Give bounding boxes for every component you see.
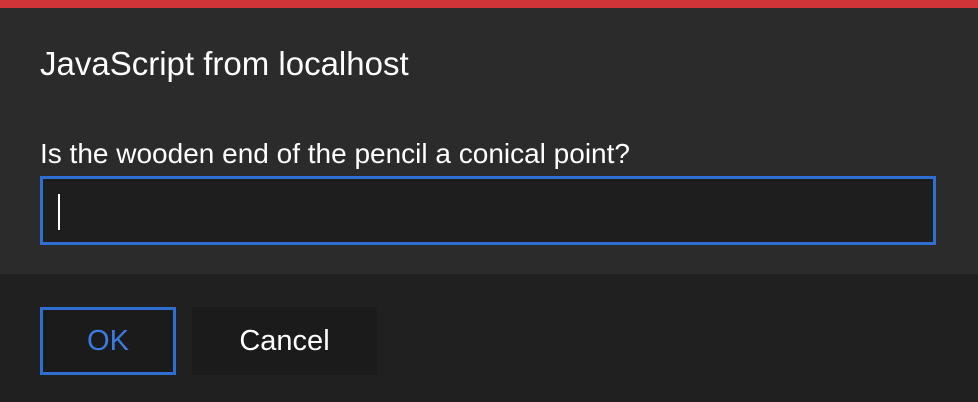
dialog-title: JavaScript from localhost (40, 45, 409, 82)
prompt-input[interactable] (40, 176, 936, 245)
ok-button[interactable]: OK (40, 307, 176, 375)
top-accent-bar (0, 0, 978, 8)
cancel-button[interactable]: Cancel (192, 307, 377, 375)
prompt-dialog: JavaScript from localhost Is the wooden … (0, 0, 978, 402)
dialog-message: Is the wooden end of the pencil a conica… (40, 138, 630, 169)
text-caret (58, 194, 60, 230)
